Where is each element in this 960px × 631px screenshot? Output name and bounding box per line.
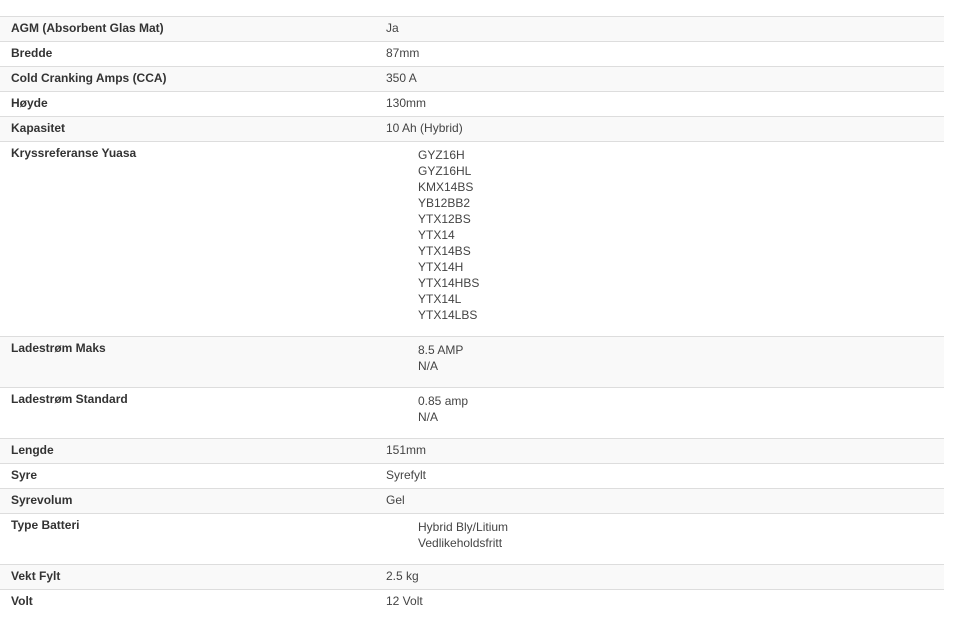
spec-value: 12 Volt [386,594,423,608]
list-item: YTX14HBS [418,276,480,290]
spec-label: Volt [11,594,33,608]
list-item: YB12BB2 [418,196,471,210]
spec-label: Høyde [11,96,48,110]
spec-label: Bredde [11,46,53,60]
spec-value-list: 0.85 amp N/A [375,388,944,439]
spec-label: Type Batteri [11,518,80,532]
spec-row-vekt-fylt: Vekt Fylt 2.5 kg [0,564,944,590]
specification-table: AGM (Absorbent Glas Mat) Ja Bredde 87mm … [0,16,944,614]
spec-label: Cold Cranking Amps (CCA) [11,71,167,85]
charge-max-list: 8.5 AMP N/A [386,342,933,381]
list-item: N/A [418,359,439,373]
spec-row-lengde: Lengde 151mm [0,438,944,464]
list-item: Hybrid Bly/Litium [418,520,509,534]
spec-label: AGM (Absorbent Glas Mat) [11,21,164,35]
list-item: YTX14LBS [418,308,478,322]
spec-value: 130mm [386,96,427,110]
spec-row-cca: Cold Cranking Amps (CCA) 350 A [0,66,944,92]
spec-row-type-batteri: Type Batteri Hybrid Bly/Litium Vedlikeho… [0,513,944,565]
spec-value: Gel [386,493,405,507]
spec-label: Syrevolum [11,493,73,507]
spec-label: Ladestrøm Maks [11,341,106,355]
spec-label: Kapasitet [11,121,66,135]
spec-row-kryssreferanse: Kryssreferanse Yuasa GYZ16H GYZ16HL KMX1… [0,141,944,337]
list-item: GYZ16HL [418,164,472,178]
spec-value: Ja [386,21,399,35]
spec-label: Vekt Fylt [11,569,61,583]
list-item: YTX14H [418,260,464,274]
spec-value-list: 8.5 AMP N/A [375,337,944,388]
spec-row-ladestrom-maks: Ladestrøm Maks 8.5 AMP N/A [0,336,944,388]
spec-value: 10 Ah (Hybrid) [386,121,463,135]
spec-label: Ladestrøm Standard [11,392,128,406]
spec-label: Syre [11,468,38,482]
spec-label: Kryssreferanse Yuasa [11,146,137,160]
spec-row-volt: Volt 12 Volt [0,589,944,614]
list-item: YTX12BS [418,212,471,226]
spec-row-kapasitet: Kapasitet 10 Ah (Hybrid) [0,116,944,142]
list-item: YTX14L [418,292,462,306]
spec-row-bredde: Bredde 87mm [0,41,944,67]
spec-value-list: Hybrid Bly/Litium Vedlikeholdsfritt [375,514,944,565]
list-item: GYZ16H [418,148,465,162]
list-item: N/A [418,410,439,424]
spec-row-agm: AGM (Absorbent Glas Mat) Ja [0,16,944,42]
spec-row-syrevolum: Syrevolum Gel [0,488,944,514]
spec-value: 151mm [386,443,427,457]
spec-value: Syrefylt [386,468,427,482]
list-item: 0.85 amp [418,394,469,408]
list-item: KMX14BS [418,180,474,194]
list-item: Vedlikeholdsfritt [418,536,503,550]
cross-reference-list: GYZ16H GYZ16HL KMX14BS YB12BB2 YTX12BS Y… [386,147,933,330]
spec-label: Lengde [11,443,54,457]
list-item: 8.5 AMP [418,343,464,357]
spec-value: 350 A [386,71,417,85]
spec-value: 2.5 kg [386,569,419,583]
spec-row-ladestrom-standard: Ladestrøm Standard 0.85 amp N/A [0,387,944,439]
spec-row-hoyde: Høyde 130mm [0,91,944,117]
spec-value: 87mm [386,46,420,60]
spec-row-syre: Syre Syrefylt [0,463,944,489]
list-item: YTX14 [418,228,455,242]
battery-type-list: Hybrid Bly/Litium Vedlikeholdsfritt [386,519,933,558]
list-item: YTX14BS [418,244,471,258]
spec-value-list: GYZ16H GYZ16HL KMX14BS YB12BB2 YTX12BS Y… [375,142,944,337]
charge-standard-list: 0.85 amp N/A [386,393,933,432]
